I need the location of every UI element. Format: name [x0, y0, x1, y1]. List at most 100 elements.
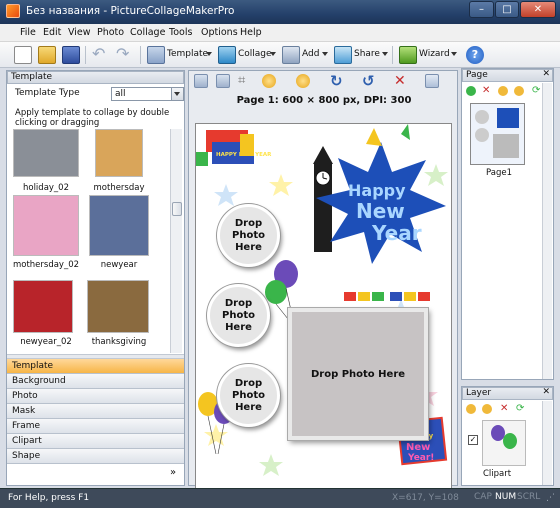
flip-icon[interactable]: [425, 74, 439, 88]
template-scrollbar[interactable]: [170, 129, 182, 353]
page-panel: Page ✕ ✕ ⟳ Page1: [461, 68, 554, 380]
wizard-button-label[interactable]: Wizard: [419, 49, 450, 59]
template-icon[interactable]: [147, 46, 165, 64]
nav-photo[interactable]: Photo: [7, 389, 184, 404]
rotate-left-icon[interactable]: ↺: [362, 74, 376, 89]
layer-visibility-checkbox[interactable]: ✓: [468, 435, 478, 445]
template-label: newyear: [100, 260, 138, 270]
layer-panel-header: Layer ✕: [462, 387, 553, 400]
page-thumb-photo: [475, 110, 489, 124]
menu-tools[interactable]: Tools: [169, 27, 192, 38]
collage-icon[interactable]: [218, 46, 236, 64]
window-title: Без названия - PictureCollageMakerPro: [26, 5, 235, 17]
menu-view[interactable]: View: [68, 27, 91, 38]
share-dropdown-caret[interactable]: [382, 52, 388, 56]
menu-help[interactable]: Help: [240, 27, 262, 38]
wizard-dropdown-caret[interactable]: [451, 52, 457, 56]
photo-placeholder-2[interactable]: Drop Photo Here: [207, 284, 270, 347]
nav-clipart[interactable]: Clipart: [7, 434, 184, 449]
nav-background[interactable]: Background: [7, 374, 184, 389]
refresh-icon[interactable]: ⟳: [516, 404, 526, 414]
svg-text:New: New: [356, 199, 405, 223]
status-caps-indicator: CAP: [474, 492, 492, 502]
collage-dropdown-caret[interactable]: [270, 52, 276, 56]
template-dropdown-caret[interactable]: [206, 52, 212, 56]
redo-icon[interactable]: ↷: [116, 46, 134, 64]
menu-collage[interactable]: Collage: [130, 27, 165, 38]
wizard-icon[interactable]: [399, 46, 417, 64]
svg-text:Year!: Year!: [407, 453, 434, 463]
delete-icon[interactable]: ✕: [394, 74, 408, 88]
delete-layer-icon[interactable]: ✕: [500, 404, 510, 414]
zoom-actual-icon[interactable]: [216, 74, 230, 88]
page-scrollbar[interactable]: [542, 83, 552, 379]
flag-banner: HAPPY NEW YEAR: [196, 130, 272, 166]
crop-icon[interactable]: ⌗: [238, 74, 252, 88]
close-icon[interactable]: ✕: [542, 387, 550, 398]
scrollbar-thumb[interactable]: [172, 202, 182, 216]
template-thumb-mothersday-02[interactable]: [13, 195, 79, 256]
menu-options[interactable]: Options: [201, 27, 238, 38]
move-down-icon[interactable]: [514, 86, 524, 96]
template-thumb-holiday-02[interactable]: [13, 129, 79, 177]
page-thumbnail[interactable]: [470, 103, 525, 165]
menu-file[interactable]: File: [20, 27, 36, 38]
svg-text:New: New: [406, 442, 430, 453]
page-thumb-clipart: [497, 108, 519, 128]
collage-button-label[interactable]: Collage: [238, 49, 272, 59]
menu-bar: File Edit View Photo Collage Tools Optio…: [0, 24, 560, 42]
close-button[interactable]: ✕: [520, 1, 556, 18]
nav-mask[interactable]: Mask: [7, 404, 184, 419]
photo-placeholder-1[interactable]: Drop Photo Here: [217, 204, 280, 267]
add-icon[interactable]: [282, 46, 300, 64]
move-up-icon[interactable]: [498, 86, 508, 96]
confetti-letters: [344, 292, 430, 301]
menu-photo[interactable]: Photo: [97, 27, 124, 38]
template-thumb-mothersday[interactable]: [95, 129, 143, 177]
delete-page-icon[interactable]: ✕: [482, 86, 492, 96]
close-icon[interactable]: ✕: [542, 69, 550, 80]
rotate-right-icon[interactable]: ↻: [330, 74, 344, 89]
maximize-button[interactable]: □: [495, 1, 519, 18]
layer-down-icon[interactable]: [482, 404, 492, 414]
template-hint: Apply template to collage by double clic…: [15, 108, 170, 128]
chevron-down-icon[interactable]: [171, 88, 183, 100]
new-icon[interactable]: [14, 46, 32, 64]
template-thumb-newyear-02[interactable]: [13, 280, 73, 333]
template-type-select[interactable]: all: [111, 87, 184, 101]
template-thumb-newyear[interactable]: [89, 195, 149, 256]
share-button-label[interactable]: Share: [354, 49, 380, 59]
nav-frame[interactable]: Frame: [7, 419, 184, 434]
photo-placeholder-4[interactable]: Drop Photo Here: [288, 308, 428, 440]
status-coordinates: X=617, Y=108: [392, 493, 459, 503]
app-icon: [6, 4, 20, 18]
toolbar-separator: [392, 46, 393, 64]
refresh-icon[interactable]: ⟳: [532, 86, 542, 96]
menu-edit[interactable]: Edit: [43, 27, 61, 38]
page-thumb-photo: [493, 134, 519, 158]
layer-thumbnail[interactable]: [482, 420, 526, 466]
page-thumb-photo: [475, 128, 489, 142]
add-button-label[interactable]: Add: [302, 49, 319, 59]
template-button-label[interactable]: Template: [167, 49, 208, 59]
collage-page[interactable]: HAPPY NEW YEAR Happy New Year: [195, 123, 452, 489]
send-backward-icon[interactable]: [296, 74, 310, 88]
minimize-button[interactable]: –: [469, 1, 494, 18]
nav-template[interactable]: Template: [7, 359, 184, 374]
add-page-icon[interactable]: [466, 86, 476, 96]
bring-forward-icon[interactable]: [262, 74, 276, 88]
help-icon[interactable]: ?: [466, 46, 484, 64]
undo-icon[interactable]: ↶: [92, 46, 110, 64]
add-dropdown-caret[interactable]: [322, 52, 328, 56]
open-folder-icon[interactable]: [38, 46, 56, 64]
layer-scrollbar[interactable]: [542, 401, 552, 485]
photo-placeholder-3[interactable]: Drop Photo Here: [217, 364, 280, 427]
chevron-right-icon[interactable]: »: [170, 467, 176, 478]
save-icon[interactable]: [62, 46, 80, 64]
template-thumb-thanksgiving[interactable]: [87, 280, 149, 333]
nav-shape[interactable]: Shape: [7, 449, 184, 464]
share-icon[interactable]: [334, 46, 352, 64]
zoom-fit-icon[interactable]: [194, 74, 208, 88]
resize-grip-icon[interactable]: ⋰: [546, 493, 555, 503]
layer-up-icon[interactable]: [466, 404, 476, 414]
